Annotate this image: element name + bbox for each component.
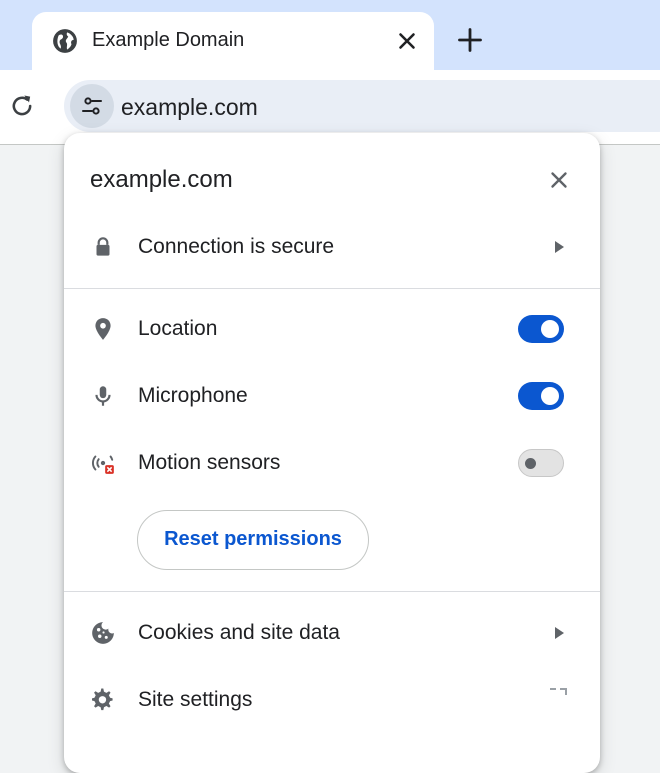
motion-sensors-blocked-icon bbox=[91, 455, 114, 474]
reset-permissions-button[interactable]: Reset permissions bbox=[137, 510, 369, 570]
location-pin-icon bbox=[95, 318, 111, 340]
permission-label: Motion sensors bbox=[138, 451, 281, 474]
url-text: example.com bbox=[121, 94, 258, 120]
site-settings-row[interactable]: Site settings bbox=[64, 672, 600, 728]
tab-strip: Example Domain bbox=[0, 0, 660, 70]
cookie-icon bbox=[92, 622, 114, 644]
motion-sensors-toggle[interactable] bbox=[518, 449, 564, 477]
connection-label: Connection is secure bbox=[138, 235, 335, 258]
new-tab-plus-icon[interactable] bbox=[456, 26, 484, 54]
gear-icon bbox=[92, 688, 113, 711]
tab-example-domain[interactable]: Example Domain bbox=[32, 12, 434, 70]
permission-label: Microphone bbox=[138, 384, 248, 407]
close-icon[interactable] bbox=[394, 28, 420, 54]
close-icon[interactable] bbox=[546, 167, 572, 193]
lock-icon bbox=[96, 237, 110, 256]
site-settings-label: Site settings bbox=[138, 688, 253, 711]
globe-icon bbox=[53, 29, 77, 53]
arrow-right-icon bbox=[555, 241, 564, 253]
microphone-icon bbox=[95, 386, 111, 406]
cookies-row[interactable]: Cookies and site data bbox=[64, 605, 600, 661]
divider bbox=[64, 591, 600, 592]
tune-icon bbox=[82, 97, 102, 115]
divider bbox=[64, 288, 600, 289]
reset-permissions-label: Reset permissions bbox=[164, 528, 342, 550]
site-info-popup: example.com Connection is secure Locatio… bbox=[64, 133, 600, 773]
site-info-button[interactable] bbox=[70, 84, 114, 128]
permission-row-location: Location bbox=[64, 301, 600, 357]
open-external-icon bbox=[550, 688, 567, 695]
arrow-right-icon bbox=[555, 627, 564, 639]
cookies-label: Cookies and site data bbox=[138, 621, 340, 644]
permission-row-motion-sensors: Motion sensors bbox=[64, 435, 600, 491]
omnibox[interactable]: example.com bbox=[64, 80, 660, 132]
reload-icon[interactable] bbox=[8, 92, 36, 120]
toggle-knob bbox=[541, 387, 559, 405]
toggle-knob bbox=[525, 458, 536, 469]
location-toggle[interactable] bbox=[518, 315, 564, 343]
tab-title: Example Domain bbox=[92, 29, 245, 51]
permission-label: Location bbox=[138, 317, 218, 340]
popup-domain: example.com bbox=[90, 166, 233, 193]
connection-row[interactable]: Connection is secure bbox=[64, 219, 600, 275]
permission-row-microphone: Microphone bbox=[64, 368, 600, 424]
microphone-toggle[interactable] bbox=[518, 382, 564, 410]
toggle-knob bbox=[541, 320, 559, 338]
